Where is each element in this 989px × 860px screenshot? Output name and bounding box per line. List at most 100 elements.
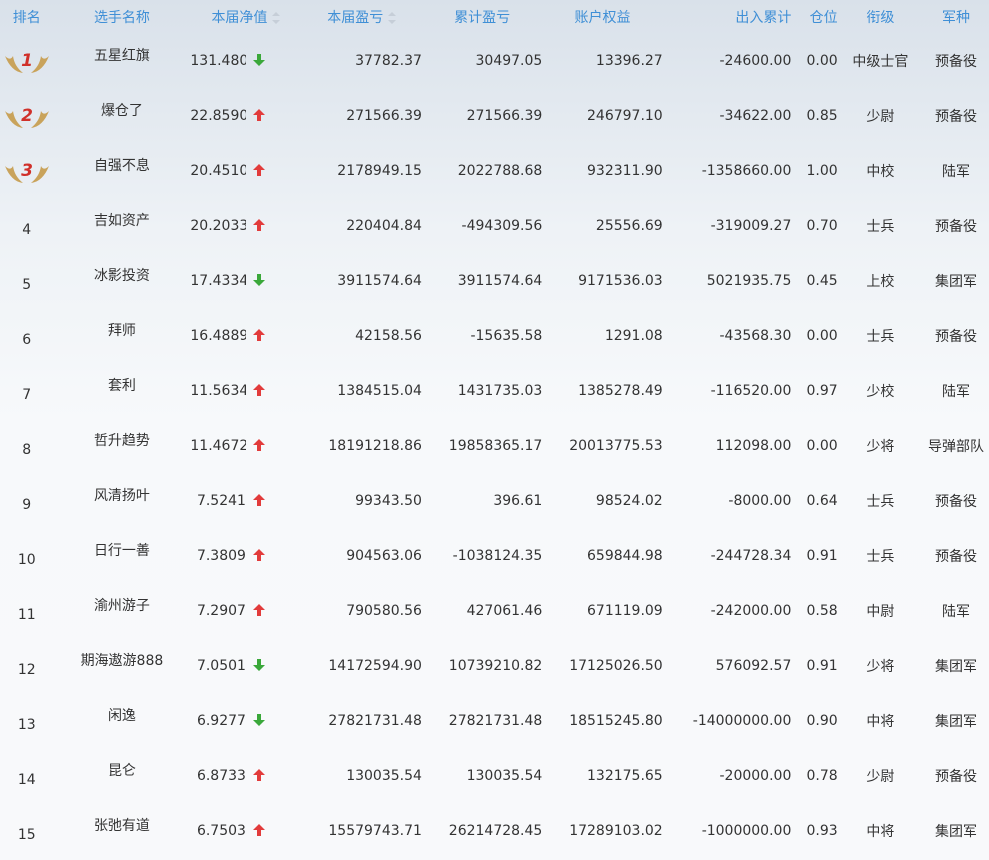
table-row: 10 日行一善 7.3809 904563.06 -1038124.35 659…	[0, 528, 989, 583]
col-arm: 军种	[942, 9, 971, 26]
arm-value: 陆军	[942, 163, 971, 180]
col-pl-sortable[interactable]: 本届盈亏	[302, 0, 422, 33]
trend-cell	[246, 143, 302, 198]
col-equity: 账户权益	[574, 9, 631, 26]
pl-value: 271566.39	[346, 107, 422, 124]
rank-title: 中将	[866, 823, 895, 840]
rank-number: 15	[17, 826, 36, 843]
pl-value: 1384515.04	[337, 382, 422, 399]
equity-value: 932311.90	[587, 162, 663, 179]
arm-value: 预备役	[935, 768, 978, 785]
rank-number: 7	[22, 386, 32, 403]
table-row: 8 哲升趋势 11.4672 18191218.86 19858365.17 2…	[0, 418, 989, 473]
equity-value: 17289103.02	[569, 822, 663, 839]
player-name-text: 吉如资产	[93, 212, 150, 229]
player-name[interactable]: 张弛有道	[54, 803, 191, 858]
rank-title: 少将	[866, 438, 895, 455]
flow-value: -319009.27	[710, 217, 792, 234]
table-row: 2 爆仓了 22.8590 271566.39 271566.39 246797…	[0, 88, 989, 143]
arrow-up-icon	[252, 163, 265, 176]
position-value: 0.45	[806, 272, 838, 289]
player-name[interactable]: 吉如资产	[54, 198, 191, 253]
trend-cell	[246, 308, 302, 363]
position-value: 0.00	[806, 437, 838, 454]
player-name[interactable]: 爆仓了	[54, 88, 191, 143]
arrow-up-icon	[252, 493, 265, 506]
flow-value: -24600.00	[719, 52, 792, 69]
flow-value: -8000.00	[728, 492, 792, 509]
player-name-text: 期海遨游888	[80, 652, 164, 669]
cum-value: -15635.58	[470, 327, 543, 344]
pl-value: 42158.56	[355, 327, 422, 344]
pl-value: 14172594.90	[328, 657, 422, 674]
sort-icon[interactable]	[388, 11, 397, 24]
rank-title: 士兵	[866, 328, 895, 345]
rank-cell: 14	[0, 748, 54, 803]
player-name[interactable]: 拜师	[54, 308, 191, 363]
player-name[interactable]: 套利	[54, 363, 191, 418]
nav-value: 20.2033	[190, 217, 246, 234]
medal-wings-icon: 2	[4, 106, 49, 128]
rank-cell: 3	[0, 143, 54, 198]
position-value: 0.85	[806, 107, 838, 124]
trend-cell	[246, 638, 302, 693]
trend-cell	[246, 748, 302, 803]
player-name-text: 哲升趋势	[93, 432, 150, 449]
player-name[interactable]: 自强不息	[54, 143, 191, 198]
rank-cell: 11	[0, 583, 54, 638]
equity-value: 132175.65	[587, 767, 663, 784]
equity-value: 20013775.53	[569, 437, 663, 454]
player-name[interactable]: 昆仑	[54, 748, 191, 803]
arrow-down-icon	[252, 273, 265, 286]
position-value: 0.78	[806, 767, 838, 784]
trend-cell	[246, 473, 302, 528]
rank-cell: 13	[0, 693, 54, 748]
rank-title: 中将	[866, 713, 895, 730]
rank-number: 8	[22, 441, 32, 458]
arrow-up-icon	[252, 823, 265, 836]
rank-number: 12	[17, 661, 36, 678]
medal-wings-icon: 3	[4, 161, 49, 183]
arm-value: 预备役	[935, 218, 978, 235]
cum-value: 2022788.68	[457, 162, 543, 179]
cum-value: 271566.39	[466, 107, 543, 124]
rank-number: 9	[22, 496, 32, 513]
pl-value: 15579743.71	[328, 822, 422, 839]
player-name-text: 拜师	[107, 322, 136, 339]
flow-value: -244728.34	[710, 547, 792, 564]
table-row: 3 自强不息 20.4510 2178949.15 2022788.68 932…	[0, 143, 989, 198]
player-name[interactable]: 冰影投资	[54, 253, 191, 308]
col-nav-sortable[interactable]: 本届净值	[190, 0, 301, 33]
flow-value: -34622.00	[719, 107, 792, 124]
flow-value: -1000000.00	[701, 822, 792, 839]
flow-value: -43568.30	[719, 327, 792, 344]
nav-value: 7.0501	[196, 657, 246, 674]
flow-value: 5021935.75	[706, 272, 792, 289]
player-name[interactable]: 日行一善	[54, 528, 191, 583]
table-row: 7 套利 11.5634 1384515.04 1431735.03 13852…	[0, 363, 989, 418]
player-name[interactable]: 闲逸	[54, 693, 191, 748]
player-name[interactable]: 哲升趋势	[54, 418, 191, 473]
flow-value: -1358660.00	[701, 162, 792, 179]
cum-value: 427061.46	[466, 602, 543, 619]
header-row: 排名 选手名称 本届净值 本届盈亏 累计盈亏 账户权益 出入累计 仓位 衔级 军…	[0, 0, 989, 33]
trend-cell	[246, 418, 302, 473]
sort-icon[interactable]	[272, 11, 281, 24]
trend-cell	[246, 253, 302, 308]
position-value: 0.97	[806, 382, 838, 399]
trend-cell	[246, 33, 302, 88]
table-row: 14 昆仑 6.8733 130035.54 130035.54 132175.…	[0, 748, 989, 803]
flow-value: -20000.00	[719, 767, 792, 784]
arm-value: 预备役	[935, 493, 978, 510]
table-row: 13 闲逸 6.9277 27821731.48 27821731.48 185…	[0, 693, 989, 748]
pl-value: 37782.37	[355, 52, 422, 69]
player-name[interactable]: 五星红旗	[54, 33, 191, 88]
player-name[interactable]: 期海遨游888	[54, 638, 191, 693]
arm-value: 预备役	[935, 53, 978, 70]
player-name[interactable]: 风清扬叶	[54, 473, 191, 528]
rank-cell: 8	[0, 418, 54, 473]
medal-rank-number: 2	[21, 106, 33, 126]
arrow-down-icon	[252, 658, 265, 671]
player-name[interactable]: 渝州游子	[54, 583, 191, 638]
cum-value: -1038124.35	[452, 547, 543, 564]
